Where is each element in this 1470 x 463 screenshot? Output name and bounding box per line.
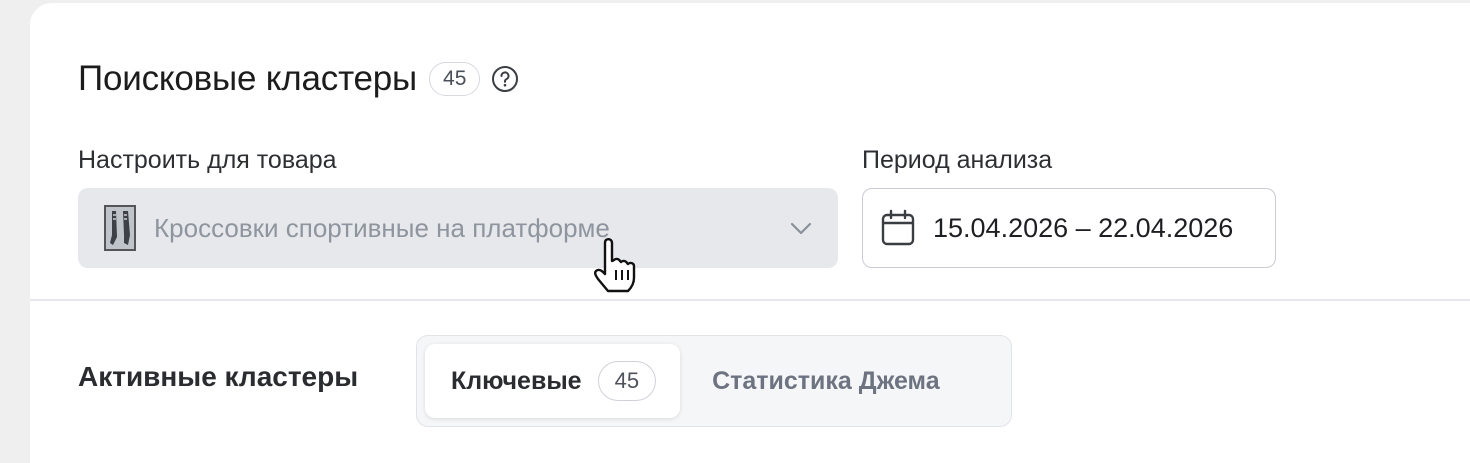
period-date-range-field[interactable]: 15.04.2026 – 22.04.2026 xyxy=(862,188,1276,268)
tab-key-clusters[interactable]: Ключевые 45 xyxy=(425,344,681,418)
period-label: Период анализа xyxy=(862,146,1053,174)
product-select-value: Кроссовки спортивные на платформе xyxy=(154,212,610,243)
section-divider xyxy=(30,299,1470,301)
tab-jem-statistics-label: Статистика Джема xyxy=(712,366,940,395)
period-date-range-value: 15.04.2026 – 22.04.2026 xyxy=(933,212,1234,243)
active-clusters-title: Активные кластеры xyxy=(78,361,359,392)
chevron-down-icon xyxy=(790,222,812,235)
clusters-count-badge: 45 xyxy=(429,62,481,96)
calendar-icon xyxy=(881,209,915,246)
tab-jem-statistics[interactable]: Статистика Джема xyxy=(680,344,940,418)
tab-key-clusters-count: 45 xyxy=(597,361,657,401)
question-circle-icon[interactable] xyxy=(490,64,520,94)
product-label: Настроить для товара xyxy=(78,146,337,174)
card-header: Поисковые кластеры 45 xyxy=(78,55,520,103)
search-clusters-card: Поисковые кластеры 45 Настроить для това… xyxy=(30,3,1470,463)
product-select[interactable]: Кроссовки спортивные на платформе xyxy=(78,188,838,268)
product-thumbnail xyxy=(104,205,136,251)
page-title: Поисковые кластеры xyxy=(78,59,418,98)
tab-key-clusters-label: Ключевые xyxy=(451,366,582,395)
clusters-tabs: Ключевые 45 Статистика Джема xyxy=(416,335,1012,427)
